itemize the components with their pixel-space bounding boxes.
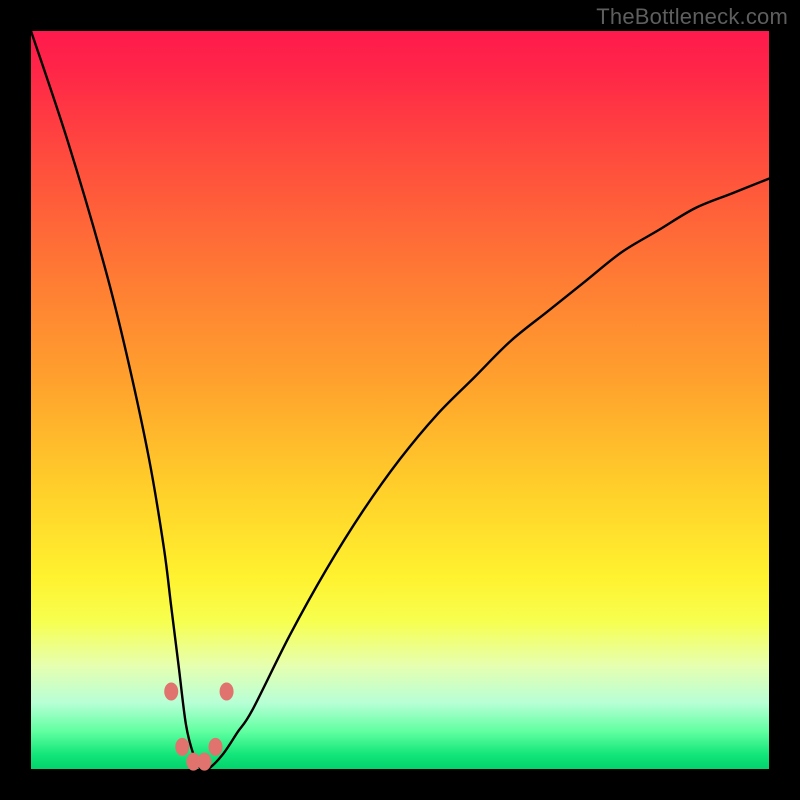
curve-marker (164, 683, 178, 701)
curve-marker (209, 738, 223, 756)
curve-marker (220, 683, 234, 701)
chart-frame: TheBottleneck.com (0, 0, 800, 800)
curve-markers (164, 683, 233, 771)
curve-marker (197, 753, 211, 771)
curve-marker (175, 738, 189, 756)
bottleneck-curve-layer (31, 31, 769, 769)
bottleneck-curve (31, 31, 769, 771)
watermark-text: TheBottleneck.com (596, 4, 788, 30)
plot-area (31, 31, 769, 769)
